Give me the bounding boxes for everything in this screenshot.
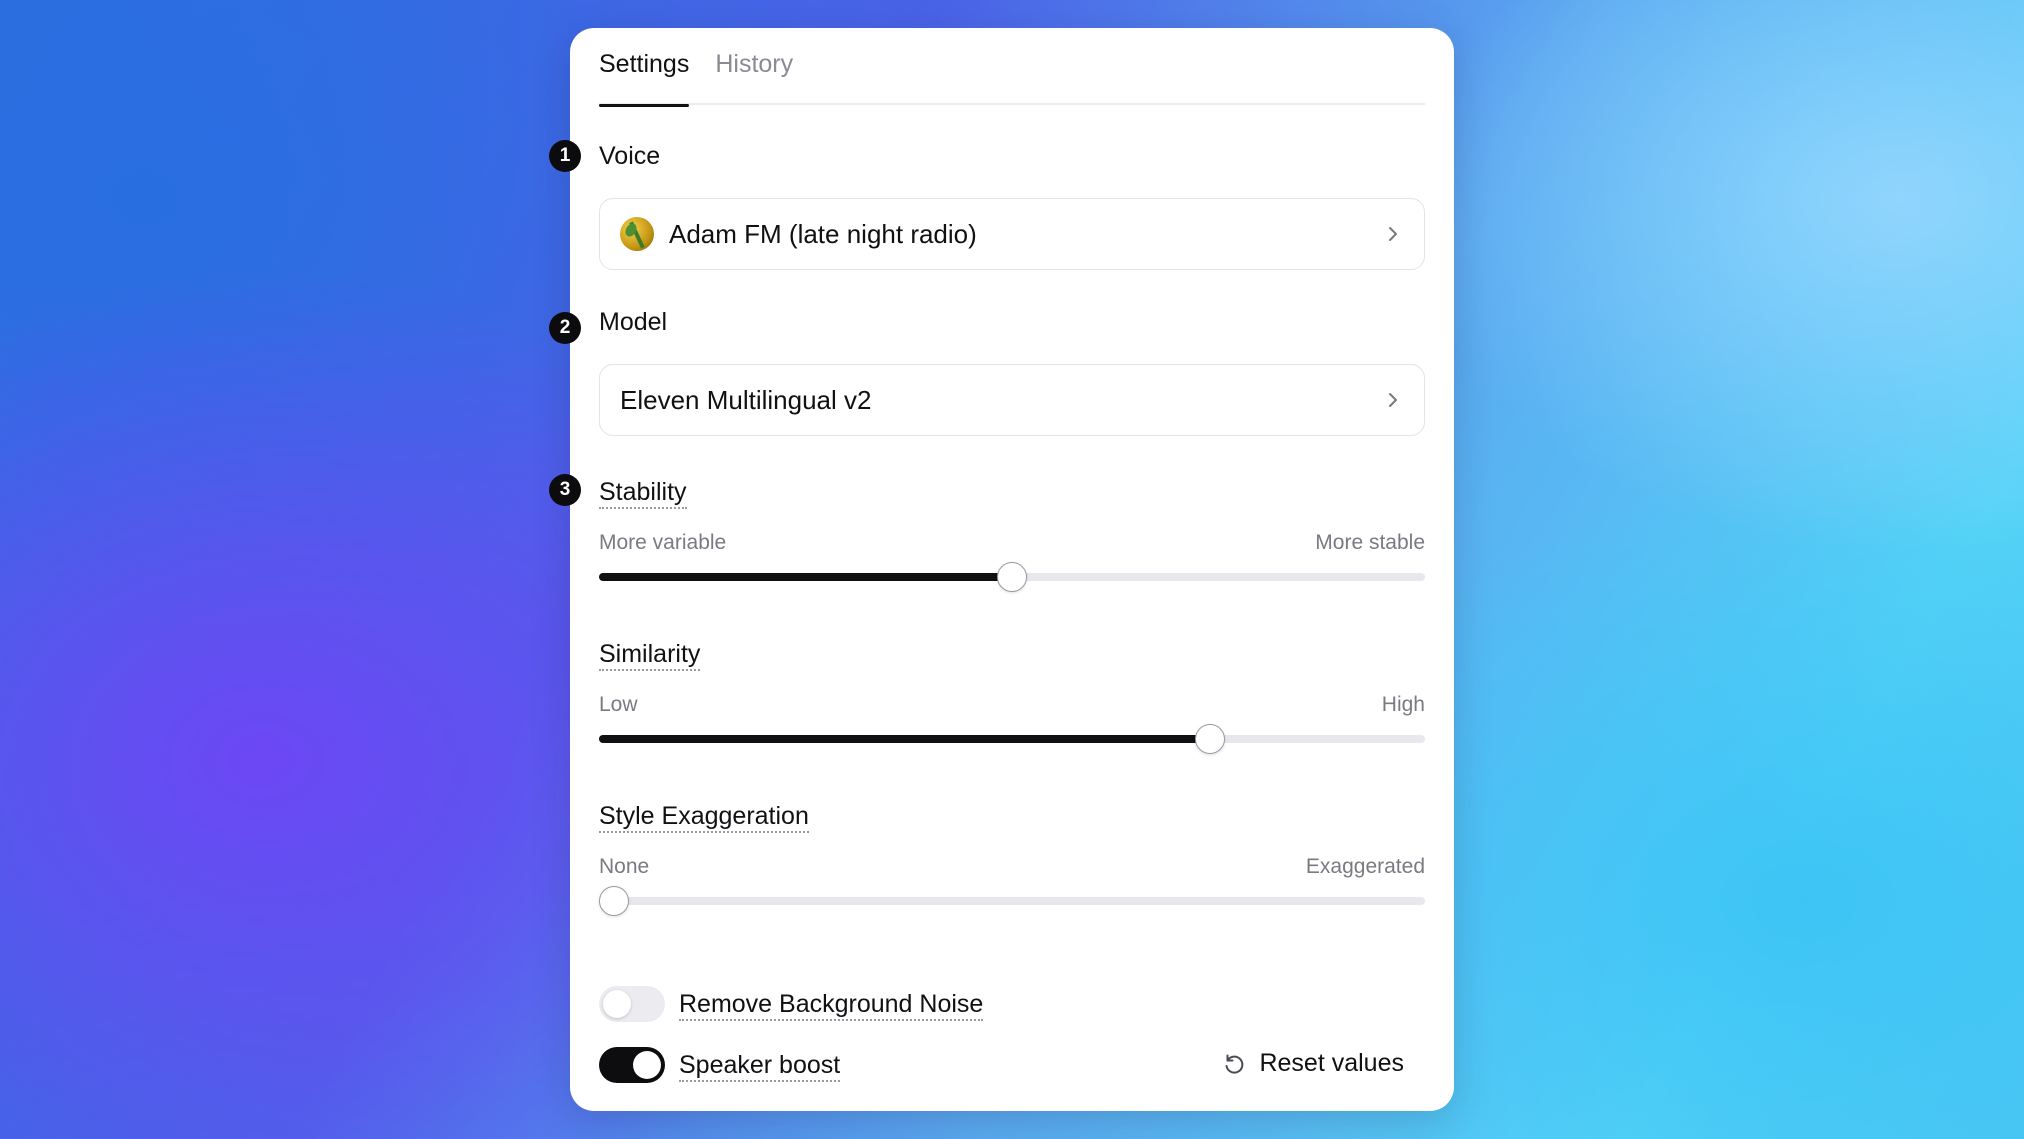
stability-range-labels: More variable More stable bbox=[599, 531, 1425, 555]
similarity-range-labels: Low High bbox=[599, 693, 1425, 717]
reset-values-label: Reset values bbox=[1259, 1049, 1404, 1077]
style-max-label: Exaggerated bbox=[1305, 855, 1425, 878]
similarity-max-label: High bbox=[1381, 693, 1425, 716]
model-selector[interactable]: Eleven Multilingual v2 bbox=[599, 364, 1425, 436]
style-min-label: None bbox=[599, 855, 650, 878]
similarity-slider-fill bbox=[599, 735, 1211, 743]
similarity-min-label: Low bbox=[599, 693, 638, 716]
model-label: Model bbox=[599, 308, 668, 336]
style-exaggeration-slider[interactable] bbox=[599, 886, 1425, 916]
speaker-boost-toggle[interactable] bbox=[599, 1047, 665, 1083]
style-range-labels: None Exaggerated bbox=[599, 855, 1425, 879]
stability-slider-thumb[interactable] bbox=[997, 562, 1027, 592]
stability-slider-fill bbox=[599, 573, 1012, 581]
stability-max-label: More stable bbox=[1315, 531, 1425, 554]
toggle-knob bbox=[633, 1051, 661, 1079]
chevron-right-icon bbox=[1382, 389, 1404, 411]
reset-icon bbox=[1221, 1051, 1247, 1077]
remove-background-noise-toggle[interactable] bbox=[599, 986, 665, 1022]
tab-bar: Settings History bbox=[599, 28, 1425, 107]
stability-slider[interactable] bbox=[599, 562, 1425, 592]
speaker-boost-label: Speaker boost bbox=[679, 1050, 841, 1082]
similarity-label: Similarity bbox=[599, 640, 701, 671]
voice-label: Voice bbox=[599, 142, 661, 170]
model-value: Eleven Multilingual v2 bbox=[620, 384, 872, 415]
similarity-slider-thumb[interactable] bbox=[1195, 724, 1226, 754]
voice-selector[interactable]: Adam FM (late night radio) bbox=[599, 198, 1425, 270]
style-exaggeration-label: Style Exaggeration bbox=[599, 802, 809, 833]
reset-values-button[interactable]: Reset values bbox=[1221, 1049, 1404, 1078]
step-badge-1: 1 bbox=[549, 140, 581, 172]
voice-settings-panel: Settings History 1 Voice Adam FM (late n… bbox=[549, 28, 1454, 1111]
speaker-boost-row: Speaker boost bbox=[599, 1047, 841, 1083]
remove-background-noise-row: Remove Background Noise bbox=[599, 986, 984, 1022]
remove-background-noise-label: Remove Background Noise bbox=[679, 989, 984, 1021]
chevron-right-icon bbox=[1382, 223, 1404, 245]
toggle-knob bbox=[603, 990, 631, 1018]
voice-avatar bbox=[620, 217, 654, 251]
stability-label: Stability bbox=[599, 478, 687, 509]
similarity-slider[interactable] bbox=[599, 724, 1425, 754]
step-badge-2: 2 bbox=[549, 312, 581, 344]
tab-history[interactable]: History bbox=[715, 28, 793, 105]
style-slider-thumb[interactable] bbox=[599, 886, 629, 916]
voice-value: Adam FM (late night radio) bbox=[669, 218, 977, 249]
step-badge-3: 3 bbox=[549, 474, 581, 506]
tab-settings[interactable]: Settings bbox=[599, 28, 690, 107]
stability-min-label: More variable bbox=[599, 531, 727, 554]
